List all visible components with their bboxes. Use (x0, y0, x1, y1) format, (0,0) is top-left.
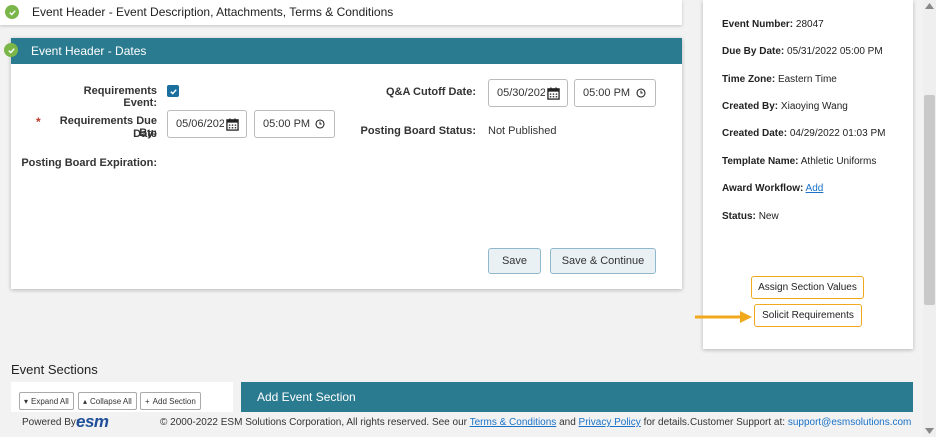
check-circle-icon (5, 5, 19, 19)
copyright-text: © 2000-2022 ESM Solutions Corporation, A… (160, 417, 467, 428)
qa-cutoff-label: Q&A Cutoff Date: (385, 86, 476, 98)
created-date-value: 04/29/2022 01:03 PM (789, 128, 886, 139)
qa-date-value: 05/30/2022 (497, 87, 545, 99)
arrow-right-icon (695, 311, 752, 323)
event-dates-card: Event Header - Dates Requirements Event:… (11, 38, 682, 289)
due-time-value: 05:00 PM (263, 118, 311, 130)
powered-by-label: Powered By: (22, 417, 79, 428)
due-time-input[interactable]: 05:00 PM (254, 110, 335, 138)
award-workflow-label: Award Workflow: (722, 183, 804, 194)
expand-all-label: Expand All (31, 396, 69, 406)
add-event-section-header[interactable]: Add Event Section (241, 382, 913, 412)
collapse-all-label: Collapse All (90, 396, 132, 406)
status-label: Status: (722, 211, 756, 222)
posting-status-value: Not Published (488, 125, 557, 137)
time-zone-value: Eastern Time (777, 74, 837, 85)
time-zone-label: Time Zone: (722, 74, 776, 85)
scroll-up-icon[interactable] (925, 3, 934, 9)
qa-time-value: 05:00 PM (583, 87, 631, 99)
event-info-panel: Event Number: 28047 Due By Date: 05/31/2… (703, 0, 913, 349)
add-section-button[interactable]: + Add Section (140, 392, 201, 410)
due-date-input[interactable]: 05/06/2022 (167, 110, 247, 138)
scroll-down-icon[interactable] (925, 428, 934, 434)
scrollbar-thumb[interactable] (924, 95, 935, 305)
status-value: New (758, 211, 779, 222)
award-workflow-add-link[interactable]: Add (806, 183, 824, 194)
posting-status-label: Posting Board Status: (360, 125, 476, 137)
requirements-event-label: Requirements Event: (83, 85, 157, 109)
expand-all-button[interactable]: ▾ Expand All (19, 392, 74, 410)
required-marker: * (36, 115, 41, 129)
template-label: Template Name: (722, 156, 799, 167)
card-title: Event Header - Dates (31, 44, 147, 58)
terms-link[interactable]: Terms & Conditions (470, 417, 557, 428)
assign-section-values-button[interactable]: Assign Section Values (751, 276, 864, 299)
sections-toolbar: ▾ Expand All ▴ Collapse All + Add Section (11, 382, 233, 412)
caret-down-icon: ▾ (24, 396, 29, 406)
save-button[interactable]: Save (488, 248, 541, 274)
created-by-value: Xiaoying Wang (780, 101, 848, 112)
collapse-all-button[interactable]: ▴ Collapse All (78, 392, 137, 410)
esm-logo: esm (76, 412, 109, 431)
dates-card-header[interactable]: Event Header - Dates (11, 38, 682, 64)
save-continue-button[interactable]: Save & Continue (550, 248, 656, 274)
clock-icon[interactable] (312, 116, 328, 132)
requirements-event-checkbox[interactable] (167, 85, 179, 97)
add-section-label: Add Section (152, 396, 196, 406)
privacy-link[interactable]: Privacy Policy (579, 417, 641, 428)
event-description-card[interactable]: Event Header - Event Description, Attach… (0, 0, 682, 25)
created-by-label: Created By: (722, 101, 779, 112)
calendar-icon[interactable] (224, 116, 240, 132)
support-label: Customer Support at: (690, 417, 786, 428)
clock-icon[interactable] (633, 85, 649, 101)
check-circle-icon (4, 43, 18, 57)
created-date-label: Created Date: (722, 128, 788, 139)
solicit-requirements-button[interactable]: Solicit Requirements (754, 304, 862, 327)
qa-date-input[interactable]: 05/30/2022 (488, 79, 568, 107)
add-event-section-title: Add Event Section (257, 390, 356, 404)
calendar-icon[interactable] (545, 85, 561, 101)
due-by-label: Due By Date: (722, 46, 785, 57)
card-title: Event Header - Event Description, Attach… (32, 5, 394, 19)
plus-icon: + (145, 396, 150, 406)
due-date-value: 05/06/2022 (176, 118, 224, 130)
for-details-text: for details. (643, 417, 690, 428)
event-sections-title: Event Sections (11, 362, 98, 377)
due-by-label-line2: Date (133, 128, 157, 140)
template-value: Athletic Uniforms (800, 156, 877, 167)
caret-up-icon: ▴ (83, 396, 88, 406)
event-number-value: 28047 (795, 19, 824, 30)
support-email-link[interactable]: support@esmsolutions.com (788, 417, 912, 428)
qa-time-input[interactable]: 05:00 PM (574, 79, 656, 107)
due-by-value: 05/31/2022 05:00 PM (787, 46, 883, 57)
page-footer: Powered By: esm © 2000-2022 ESM Solution… (0, 412, 923, 437)
event-number-label: Event Number: (722, 19, 794, 30)
and-text: and (559, 417, 576, 428)
posting-expiration-label: Posting Board Expiration: (21, 157, 157, 169)
